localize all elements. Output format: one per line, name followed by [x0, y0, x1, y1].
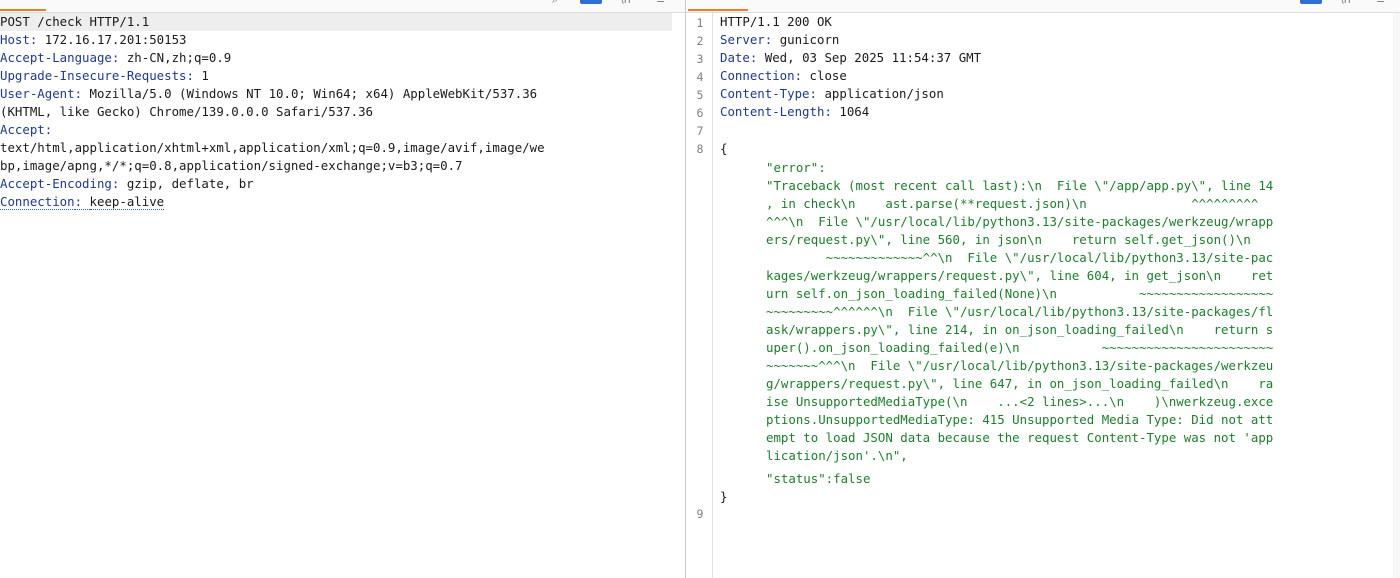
header-name: Content-Type [720, 86, 810, 101]
header-name: Server [720, 32, 765, 47]
menu-icon[interactable]: ≡ [656, 0, 665, 6]
response-viewer[interactable]: 1 2 3 4 5 6 7 8 9 HTTP/1.1 200 OK Server… [686, 13, 1400, 578]
header-content-type: Content-Type: application/json [720, 86, 944, 101]
header-value: 1 [201, 68, 209, 83]
line-number: 6 [696, 106, 704, 120]
json-error-value-line: , in check\n ast.parse(**request.json)\n… [766, 196, 1259, 211]
header-value: close [809, 68, 847, 83]
header-server: Server: gunicorn [720, 32, 840, 47]
json-error-value-line: uper().on_json_loading_failed(e)\n ~~~~~… [766, 340, 1274, 355]
line-number: 4 [696, 70, 704, 84]
header-name: Date [720, 50, 750, 65]
json-error-value-line: ask/wrappers.py\", line 214, in on_json_… [766, 322, 1274, 337]
json-key-error: "error": [766, 160, 826, 175]
active-tab-underline-response [688, 9, 748, 11]
header-user-agent: User-Agent: Mozilla/5.0 (Windows NT 10.0… [0, 86, 538, 101]
header-connection: Connection: keep-alive [0, 194, 165, 210]
line-number: 7 [696, 124, 704, 138]
header-name: Upgrade-Insecure-Requests [0, 68, 187, 83]
header-value: Mozilla/5.0 (Windows NT 10.0; Win64; x64… [89, 86, 538, 101]
header-connection: Connection: close [720, 68, 847, 83]
json-key-status: "status": [766, 471, 834, 486]
json-error-value-line: g/wrappers/request.py\", line 647, in on… [766, 376, 1274, 391]
json-error-value-line: empt to load JSON data because the reque… [766, 430, 1274, 445]
line-number: 5 [696, 88, 704, 102]
header-name: Accept [0, 122, 45, 137]
header-accept-language: Accept-Language: zh-CN,zh;q=0.9 [0, 50, 232, 65]
toggle-button-request[interactable] [580, 0, 602, 4]
json-open-brace: { [720, 141, 728, 156]
header-user-agent-wrap: (KHTML, like Gecko) Chrome/139.0.0.0 Saf… [0, 103, 373, 121]
newline-icon-response[interactable]: \n [1340, 0, 1351, 6]
line-number: 2 [696, 34, 704, 48]
json-status-row: "status":false [766, 470, 870, 488]
header-accept-value: text/html,application/xhtml+xml,applicat… [0, 139, 545, 157]
json-error-value-line: kages/werkzeug/wrappers/request.py\", li… [766, 268, 1274, 283]
header-value: keep-alive [89, 194, 165, 210]
header-name: Content-Length [720, 104, 825, 119]
header-content-length: Content-Length: 1064 [720, 104, 870, 119]
json-error-value-line: urn self.on_json_loading_failed(None)\n … [766, 286, 1274, 301]
json-error-value-line: ise UnsupportedMediaType(\n ...<2 lines>… [766, 394, 1274, 409]
header-value-continued: bp,image/apng,*/*;q=0.8,application/sign… [0, 158, 463, 173]
json-error-value-line: ers/request.py\", line 560, in json\n re… [766, 232, 1251, 247]
newline-icon[interactable]: \n [620, 0, 631, 6]
active-tab-underline-request [0, 9, 46, 11]
status-line: HTTP/1.1 200 OK [720, 14, 832, 29]
header-name: Accept-Language [0, 50, 112, 65]
request-line: POST /check HTTP/1.1 [0, 14, 150, 29]
header-value-continued: (KHTML, like Gecko) Chrome/139.0.0.0 Saf… [0, 104, 373, 119]
header-accept-encoding: Accept-Encoding: gzip, deflate, br [0, 176, 254, 191]
json-error-value-line: "Traceback (most recent call last):\n Fi… [766, 178, 1274, 193]
header-accept-value-wrap: bp,image/apng,*/*;q=0.8,application/sign… [0, 157, 463, 175]
header-host: Host: 172.16.17.201:50153 [0, 32, 187, 47]
editor-tab-strip: ⌕ \n ≡ \n ≡ [0, 0, 1400, 13]
header-name: Connection [0, 194, 75, 210]
header-accept: Accept: [0, 122, 53, 137]
header-value: gzip, deflate, br [126, 176, 254, 191]
line-number: 3 [696, 52, 704, 66]
json-status-value: false [833, 471, 871, 486]
header-name: User-Agent [0, 86, 75, 101]
header-upgrade-insecure-requests: Upgrade-Insecure-Requests: 1 [0, 68, 209, 83]
header-value: zh-CN,zh;q=0.9 [126, 50, 232, 65]
line-number: 9 [696, 507, 704, 521]
menu-icon-response[interactable]: ≡ [1376, 0, 1385, 6]
json-close-brace: } [720, 489, 728, 504]
json-error-value-line: ~~~~~~~~~^^^^^^\n File \"/usr/local/lib/… [766, 304, 1274, 319]
vertical-scrollbar[interactable] [1393, 13, 1400, 578]
json-error-value-line: ~~~~~~~~~~~~~^^\n File \"/usr/local/lib/… [766, 250, 1274, 265]
header-value: text/html,application/xhtml+xml,applicat… [0, 140, 545, 155]
json-error-value-line: ~~~~~~~^^^\n File \"/usr/local/lib/pytho… [766, 358, 1274, 373]
json-error-value-line: lication/json'.\n", [766, 448, 908, 463]
json-error-value-line: ^^^\n File \"/usr/local/lib/python3.13/s… [766, 214, 1274, 229]
line-number: 1 [696, 16, 704, 30]
line-number: 8 [696, 142, 704, 156]
header-name: Connection [720, 68, 795, 83]
search-icon[interactable]: ⌕ [552, 0, 558, 6]
header-value: gunicorn [779, 32, 840, 47]
header-value: application/json [824, 86, 944, 101]
header-date: Date: Wed, 03 Sep 2025 11:54:37 GMT [720, 50, 982, 65]
header-name: Host [0, 32, 30, 47]
request-editor[interactable]: POST /check HTTP/1.1 Host: 172.16.17.201… [0, 13, 685, 578]
header-value: 172.16.17.201:50153 [44, 32, 187, 47]
header-name: Accept-Encoding [0, 176, 112, 191]
header-value: 1064 [839, 104, 870, 119]
json-error-value-line: ptions.UnsupportedMediaType: 415 Unsuppo… [766, 412, 1274, 427]
header-value: Wed, 03 Sep 2025 11:54:37 GMT [764, 50, 982, 65]
toggle-button-response[interactable] [1300, 0, 1322, 4]
